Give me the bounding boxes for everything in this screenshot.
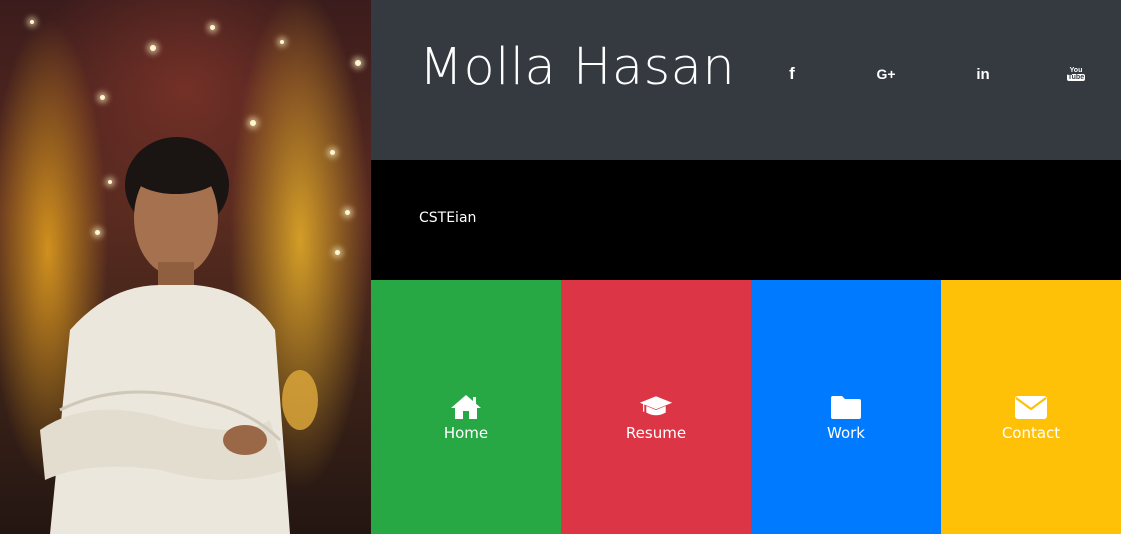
- profile-photo: [0, 0, 371, 534]
- google-plus-link[interactable]: G+: [874, 62, 898, 86]
- facebook-link[interactable]: f: [780, 62, 804, 86]
- nav-tile-work[interactable]: Work: [751, 280, 941, 534]
- facebook-icon: f: [789, 64, 795, 83]
- folder-icon: [829, 390, 863, 420]
- header-bar: Molla Hasan f G+ in You Tube: [371, 0, 1121, 160]
- nav-label-work: Work: [827, 424, 865, 442]
- nav-tile-contact[interactable]: Contact: [941, 280, 1121, 534]
- graduation-cap-icon: [639, 390, 673, 420]
- person-figure: [40, 137, 318, 534]
- youtube-link[interactable]: You Tube: [1064, 62, 1088, 86]
- nav-label-contact: Contact: [1001, 424, 1061, 442]
- nav-label-resume: Resume: [625, 424, 687, 442]
- home-icon: [449, 390, 483, 420]
- youtube-icon: You Tube: [1066, 67, 1086, 81]
- envelope-icon: [1014, 390, 1048, 420]
- tagline-bar: CSTEian: [371, 160, 1121, 280]
- google-plus-icon: G+: [876, 66, 896, 82]
- nav-tile-home[interactable]: Home: [371, 280, 561, 534]
- linkedin-link[interactable]: in: [971, 62, 995, 86]
- page-title: Molla Hasan: [419, 38, 736, 97]
- tagline: CSTEian: [419, 210, 477, 226]
- nav-label-home: Home: [443, 424, 489, 442]
- nav-tile-resume[interactable]: Resume: [561, 280, 751, 534]
- linkedin-icon: in: [976, 65, 990, 83]
